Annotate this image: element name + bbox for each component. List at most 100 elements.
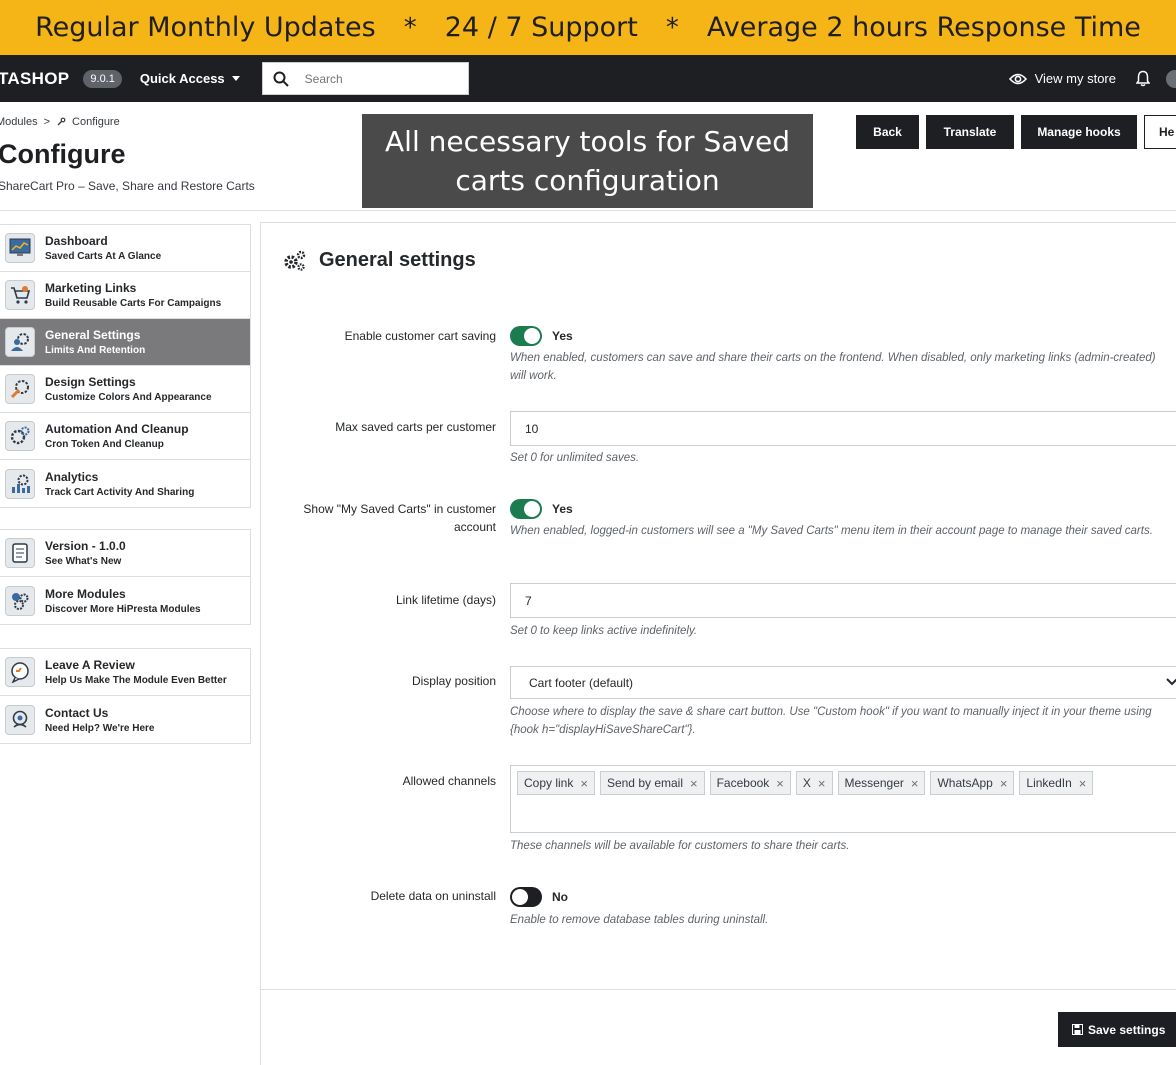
review-chat-icon: [5, 657, 35, 687]
display-position-value: Cart footer (default): [529, 675, 634, 690]
search-input[interactable]: [304, 71, 455, 86]
channel-tag-copy-link[interactable]: Copy link ×: [517, 771, 595, 795]
shop-logo[interactable]: TASHOP: [0, 69, 69, 89]
channel-tag-linkedin[interactable]: LinkedIn ×: [1019, 771, 1094, 795]
changelog-icon: [5, 538, 35, 568]
show-my-carts-switch[interactable]: Yes: [510, 499, 573, 519]
channel-tag-facebook[interactable]: Facebook ×: [709, 771, 791, 795]
view-store-link[interactable]: View my store: [1008, 71, 1116, 86]
show-my-carts-label: Show "My Saved Carts" in customer accoun…: [303, 502, 496, 534]
sidebar-item-automation[interactable]: Automation And Cleanup Cron Token And Cle…: [0, 413, 250, 460]
tag-label: X: [802, 776, 811, 790]
breadcrumb-separator: >: [43, 116, 51, 128]
banner-item-response: Average 2 hours Response Time: [706, 12, 1141, 43]
sidebar-item-review[interactable]: Leave A Review Help Us Make The Module Ev…: [0, 649, 250, 696]
sidebar-item-title: Dashboard: [45, 234, 108, 248]
channels-tag-input[interactable]: Copy link × Send by email × Facebook × X × M…: [510, 765, 1176, 833]
show-my-carts-state: Yes: [552, 502, 573, 516]
breadcrumb-configure: Configure: [72, 116, 120, 128]
show-my-carts-toggle[interactable]: [510, 499, 542, 519]
sidebar-item-title: Design Settings: [45, 375, 136, 389]
remove-tag-icon[interactable]: ×: [1079, 776, 1087, 791]
tag-label: Facebook: [716, 776, 770, 790]
save-settings-label: Save settings: [1088, 1022, 1166, 1037]
channel-tag-messenger[interactable]: Messenger ×: [837, 771, 926, 795]
wrench-icon: [57, 117, 66, 126]
display-position-select[interactable]: Cart footer (default): [510, 666, 1176, 699]
remove-tag-icon[interactable]: ×: [1000, 776, 1008, 791]
sidebar-item-title: General Settings: [45, 328, 141, 342]
help-button[interactable]: He: [1144, 115, 1176, 149]
modules-puzzle-icon: [5, 585, 35, 616]
remove-tag-icon[interactable]: ×: [776, 776, 784, 791]
remove-tag-icon[interactable]: ×: [911, 776, 919, 791]
tag-label: Send by email: [606, 776, 683, 790]
display-position-help: Choose where to display the save & share…: [510, 706, 1152, 736]
sidebar-item-more-modules[interactable]: More Modules Discover More HiPresta Modul…: [0, 577, 250, 624]
sidebar-item-title: Marketing Links: [45, 281, 137, 295]
eye-icon: [1008, 73, 1027, 84]
show-my-carts-help: When enabled, logged-in customers will s…: [510, 525, 1153, 537]
sidebar-item-title: Contact Us: [45, 705, 109, 720]
breadcrumb-modules[interactable]: Modules: [0, 116, 38, 128]
panel-title: General settings: [319, 249, 476, 271]
quick-access-menu[interactable]: Quick Access: [140, 71, 240, 86]
delete-data-switch[interactable]: No: [510, 887, 568, 907]
link-lifetime-input[interactable]: 7: [510, 583, 1176, 618]
enable-saving-label: Enable customer cart saving: [344, 329, 496, 343]
remove-tag-icon[interactable]: ×: [818, 776, 826, 791]
chevron-down-icon: [1166, 678, 1176, 686]
search-box[interactable]: [261, 62, 469, 95]
user-avatar[interactable]: [1166, 69, 1176, 88]
sidebar-item-analytics[interactable]: Analytics Track Cart Activity And Sharing: [0, 460, 250, 507]
banner-item-support: 24 / 7 Support: [444, 12, 638, 43]
page-title: Configure: [0, 139, 126, 169]
caret-down-icon: [231, 76, 240, 81]
sidebar-item-title: Automation And Cleanup: [45, 422, 189, 436]
cart-link-icon: [5, 280, 35, 310]
tag-label: LinkedIn: [1026, 776, 1072, 790]
delete-data-help: Enable to remove database tables during …: [510, 914, 769, 926]
enable-saving-help: When enabled, customers can save and sha…: [510, 352, 1156, 382]
max-carts-help: Set 0 for unlimited saves.: [510, 452, 640, 464]
max-carts-input[interactable]: 10: [510, 411, 1176, 446]
notification-bell-icon[interactable]: [1136, 70, 1150, 87]
tag-label: Copy link: [524, 776, 574, 790]
save-settings-button[interactable]: Save settings: [1058, 1012, 1176, 1047]
channel-tag-whatsapp[interactable]: WhatsApp ×: [930, 771, 1015, 795]
sidebar-item-marketing-links[interactable]: Marketing Links Build Reusable Carts For …: [0, 272, 250, 319]
admin-topbar: TASHOP 9.0.1 Quick Access View my store: [0, 55, 1176, 102]
sidebar-item-subtitle: Need Help? We're Here: [45, 722, 155, 734]
breadcrumb: Modules > Configure: [0, 116, 120, 128]
channel-tag-email[interactable]: Send by email ×: [599, 771, 705, 795]
sidebar-item-subtitle: Cron Token And Cleanup: [45, 439, 164, 450]
sidebar-item-subtitle: Discover More HiPresta Modules: [45, 603, 201, 615]
sidebar-item-subtitle: See What's New: [45, 556, 122, 567]
remove-tag-icon[interactable]: ×: [580, 776, 588, 791]
manage-hooks-button[interactable]: Manage hooks: [1021, 115, 1137, 149]
sidebar-menu-support: Leave A Review Help Us Make The Module Ev…: [0, 648, 251, 744]
channel-tag-x[interactable]: X ×: [795, 771, 833, 795]
sidebar-item-dashboard[interactable]: Dashboard Saved Carts At A Glance: [0, 225, 250, 272]
translate-button[interactable]: Translate: [926, 115, 1014, 149]
sidebar-item-contact[interactable]: Contact Us Need Help? We're Here: [0, 696, 250, 743]
view-store-label: View my store: [1034, 71, 1116, 86]
sidebar-item-version[interactable]: Version - 1.0.0 See What's New: [0, 530, 250, 577]
general-settings-panel: General settings Enable customer cart sa…: [260, 222, 1176, 1065]
version-badge: 9.0.1: [83, 69, 122, 88]
delete-data-state: No: [552, 890, 568, 904]
tag-label: Messenger: [844, 776, 904, 790]
enable-saving-state: Yes: [552, 329, 573, 343]
sidebar-item-general-settings[interactable]: General Settings Limits And Retention: [0, 319, 250, 366]
sidebar-item-design-settings[interactable]: Design Settings Customize Colors And Appe…: [0, 366, 250, 413]
link-lifetime-label: Link lifetime (days): [395, 593, 496, 607]
remove-tag-icon[interactable]: ×: [690, 776, 698, 791]
sidebar-item-subtitle: Customize Colors And Appearance: [45, 392, 212, 403]
back-button[interactable]: Back: [856, 115, 919, 149]
promo-caption: All necessary tools for Saved carts conf…: [362, 114, 813, 208]
sidebar-item-subtitle: Saved Carts At A Glance: [45, 251, 162, 262]
delete-data-toggle[interactable]: [510, 887, 542, 907]
quick-access-label: Quick Access: [139, 71, 225, 86]
enable-saving-toggle[interactable]: [510, 326, 542, 346]
enable-saving-switch[interactable]: Yes: [510, 326, 573, 346]
